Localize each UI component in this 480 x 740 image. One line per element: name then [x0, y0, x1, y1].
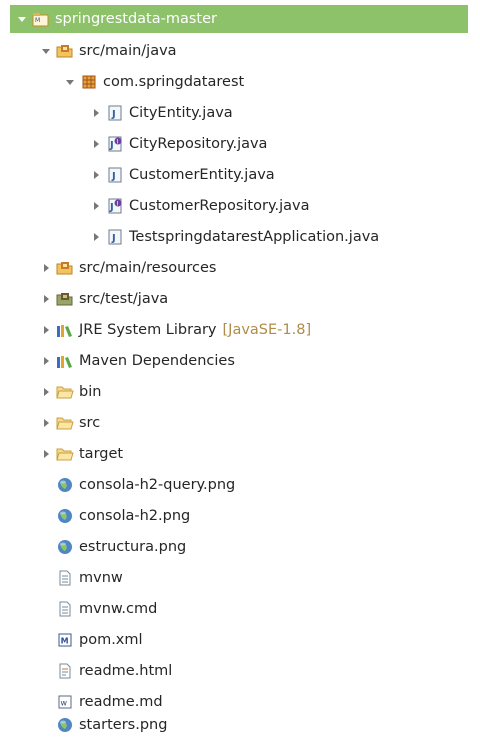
html-file-icon	[56, 663, 74, 679]
text-file-icon	[56, 601, 74, 617]
globe-file-icon	[56, 717, 74, 733]
chevron-right-icon[interactable]	[40, 416, 52, 430]
chevron-down-icon[interactable]	[40, 44, 52, 58]
jre-version-decoration: [JavaSE-1.8]	[222, 322, 312, 338]
text-file-icon	[56, 570, 74, 586]
tree-item-label: starters.png	[79, 717, 168, 733]
tree-item-label: consola-h2.png	[79, 508, 191, 524]
tree-item-src[interactable]: src	[0, 408, 480, 438]
globe-file-icon	[56, 477, 74, 493]
chevron-right-icon[interactable]	[90, 168, 102, 182]
tree-item-customer-entity[interactable]: J CustomerEntity.java	[0, 160, 480, 190]
tree-item-label: JRE System Library	[79, 322, 217, 338]
svg-text:J: J	[111, 171, 116, 182]
java-file-icon: J	[106, 167, 124, 183]
tree-item-label: pom.xml	[79, 632, 143, 648]
chevron-right-icon[interactable]	[40, 261, 52, 275]
tree-item-src-test-java[interactable]: src/test/java	[0, 284, 480, 314]
svg-text:w: w	[61, 699, 68, 708]
globe-file-icon	[56, 508, 74, 524]
tree-item-label: bin	[79, 384, 102, 400]
maven-pom-icon: M	[56, 632, 74, 648]
tree-item-label: src/main/resources	[79, 260, 217, 276]
tree-item-label: src/test/java	[79, 291, 169, 307]
tree-item-bin[interactable]: bin	[0, 377, 480, 407]
tree-item-mvnw-cmd[interactable]: mvnw.cmd	[0, 594, 480, 624]
test-source-folder-icon	[56, 291, 74, 307]
chevron-down-icon[interactable]	[64, 75, 76, 89]
tree-item-consola-h2-query[interactable]: consola-h2-query.png	[0, 470, 480, 500]
tree-item-label: src	[79, 415, 101, 431]
tree-item-target[interactable]: target	[0, 439, 480, 469]
tree-item-package[interactable]: com.springdatarest	[0, 67, 480, 97]
chevron-right-icon[interactable]	[90, 106, 102, 120]
java-interface-file-icon: JI	[106, 198, 124, 214]
tree-item-src-main-resources[interactable]: src/main/resources	[0, 253, 480, 283]
chevron-right-icon[interactable]	[40, 354, 52, 368]
tree-item-customer-repository[interactable]: JI CustomerRepository.java	[0, 191, 480, 221]
java-file-icon: J	[106, 229, 124, 245]
svg-text:M: M	[35, 17, 40, 24]
folder-icon	[56, 446, 74, 462]
tree-item-maven-dependencies[interactable]: Maven Dependencies	[0, 346, 480, 376]
maven-project-icon: M	[32, 11, 50, 27]
tree-item-label: CustomerRepository.java	[129, 198, 310, 214]
svg-text:J: J	[109, 202, 114, 213]
tree-item-application[interactable]: J TestspringdatarestApplication.java	[0, 222, 480, 252]
svg-text:M: M	[61, 637, 69, 646]
tree-item-pom-xml[interactable]: M pom.xml	[0, 625, 480, 655]
chevron-right-icon[interactable]	[90, 199, 102, 213]
java-file-icon: J	[106, 105, 124, 121]
package-icon	[80, 74, 98, 90]
chevron-right-icon[interactable]	[90, 230, 102, 244]
tree-item-src-main-java[interactable]: src/main/java	[0, 36, 480, 66]
tree-item-label: CityRepository.java	[129, 136, 268, 152]
source-folder-icon	[56, 260, 74, 276]
tree-item-label: mvnw.cmd	[79, 601, 158, 617]
tree-item-label: mvnw	[79, 570, 123, 586]
folder-icon	[56, 384, 74, 400]
chevron-right-icon[interactable]	[40, 385, 52, 399]
svg-text:J: J	[111, 109, 116, 120]
tree-item-project[interactable]: M springrestdata-master	[10, 5, 468, 33]
tree-item-consola-h2[interactable]: consola-h2.png	[0, 501, 480, 531]
chevron-right-icon[interactable]	[40, 323, 52, 337]
java-interface-file-icon: JI	[106, 136, 124, 152]
tree-item-label: target	[79, 446, 124, 462]
chevron-right-icon[interactable]	[90, 137, 102, 151]
tree-item-jre-library[interactable]: JRE System Library [JavaSE-1.8]	[0, 315, 480, 345]
tree-item-estructura[interactable]: estructura.png	[0, 532, 480, 562]
tree-item-label: TestspringdatarestApplication.java	[129, 229, 380, 245]
tree-item-city-repository[interactable]: JI CityRepository.java	[0, 129, 480, 159]
globe-file-icon	[56, 539, 74, 555]
tree-item-label: CustomerEntity.java	[129, 167, 275, 183]
folder-icon	[56, 415, 74, 431]
tree-item-label: Maven Dependencies	[79, 353, 235, 369]
svg-text:J: J	[111, 233, 116, 244]
library-icon	[56, 322, 74, 338]
wikitext-file-icon: w	[56, 694, 74, 710]
svg-text:I: I	[117, 201, 119, 208]
svg-text:J: J	[109, 140, 114, 151]
svg-text:I: I	[117, 139, 119, 146]
source-folder-icon	[56, 43, 74, 59]
chevron-down-icon[interactable]	[16, 12, 28, 26]
library-icon	[56, 353, 74, 369]
tree-item-label: consola-h2-query.png	[79, 477, 236, 493]
tree-item-label: estructura.png	[79, 539, 187, 555]
tree-item-mvnw[interactable]: mvnw	[0, 563, 480, 593]
tree-item-label: readme.md	[79, 694, 163, 710]
tree-item-label: src/main/java	[79, 43, 177, 59]
tree-item-starters[interactable]: starters.png	[0, 710, 480, 740]
tree-item-label: com.springdatarest	[103, 74, 245, 90]
project-label: springrestdata-master	[55, 11, 217, 27]
chevron-right-icon[interactable]	[40, 292, 52, 306]
tree-item-city-entity[interactable]: J CityEntity.java	[0, 98, 480, 128]
chevron-right-icon[interactable]	[40, 447, 52, 461]
tree-item-label: readme.html	[79, 663, 173, 679]
tree-item-readme-html[interactable]: readme.html	[0, 656, 480, 686]
tree-item-label: CityEntity.java	[129, 105, 233, 121]
